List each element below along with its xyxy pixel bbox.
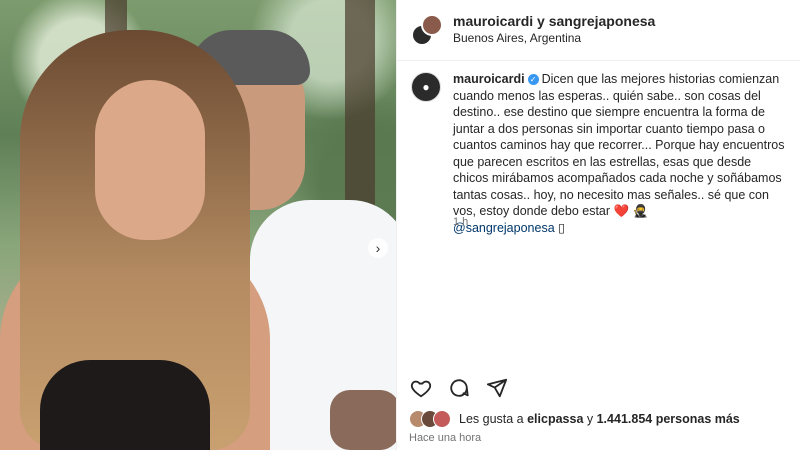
- likes-count[interactable]: 1.441.854 personas más: [597, 412, 740, 426]
- avatar: [433, 410, 451, 428]
- woman-face: [95, 80, 205, 240]
- post-location[interactable]: Buenos Aires, Argentina: [453, 31, 581, 45]
- post-modal: › mauroicardi y sangrejaponesa Buenos Ai…: [0, 0, 800, 450]
- woman-top: [40, 360, 210, 450]
- likes-middle: y: [583, 412, 597, 426]
- post-details-panel: mauroicardi y sangrejaponesa Buenos Aire…: [396, 0, 800, 450]
- man-tattooed-arm: [330, 390, 396, 450]
- liker-avatars: [409, 410, 453, 428]
- post-header: mauroicardi y sangrejaponesa Buenos Aire…: [397, 0, 800, 61]
- caption-emoji: ❤️ 🥷: [613, 204, 649, 218]
- caption-trailing-glyph: ▯: [558, 220, 566, 235]
- post-owners[interactable]: mauroicardi y sangrejaponesa: [453, 13, 655, 29]
- likes-prefix: Les gusta a: [459, 412, 528, 426]
- caption-time: 1 h: [453, 216, 469, 228]
- avatar: [421, 14, 443, 36]
- post-timestamp[interactable]: Hace una hora: [409, 432, 481, 444]
- avatar[interactable]: ●: [411, 72, 441, 102]
- heart-outline-icon[interactable]: [409, 376, 433, 400]
- post-actions: [409, 376, 509, 400]
- liker-username[interactable]: elicpassa: [527, 412, 583, 426]
- likes-summary[interactable]: Les gusta a elicpassa y 1.441.854 person…: [409, 410, 740, 428]
- caption-username[interactable]: mauroicardi: [453, 72, 525, 86]
- chevron-right-icon[interactable]: ›: [368, 238, 388, 258]
- caption-text: Dicen que las mejores historias comienza…: [453, 72, 785, 218]
- likes-text: Les gusta a elicpassa y 1.441.854 person…: [459, 412, 740, 426]
- post-photo[interactable]: ›: [0, 0, 396, 450]
- caption: mauroicardi ✓ Dicen que las mejores histor…: [453, 71, 787, 236]
- comment-bubble-icon[interactable]: [447, 376, 471, 400]
- tree-trunk: [345, 0, 375, 230]
- collab-avatars[interactable]: [411, 14, 443, 46]
- paper-plane-icon[interactable]: [485, 376, 509, 400]
- verified-badge-icon: ✓: [527, 74, 539, 85]
